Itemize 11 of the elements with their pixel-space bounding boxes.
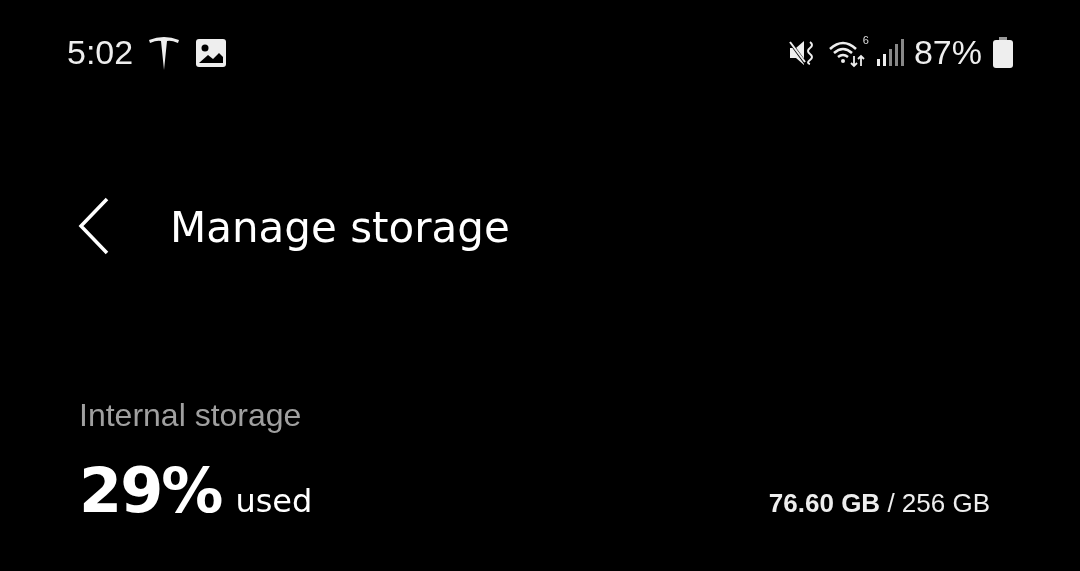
usage-percent: 29% (79, 454, 222, 527)
usage-label: used (235, 482, 313, 520)
battery-percent: 87% (913, 33, 982, 72)
section-label: Internal storage (79, 397, 303, 434)
storage-amount: 76.60 GB / 256 GB (768, 488, 990, 519)
clock-time: 5:02 (67, 33, 134, 72)
signal-icon (875, 38, 904, 67)
wifi-standard-label: 6 (862, 33, 869, 46)
battery-icon (992, 36, 1014, 69)
page-title: Manage storage (170, 202, 510, 252)
image-icon (195, 37, 228, 68)
